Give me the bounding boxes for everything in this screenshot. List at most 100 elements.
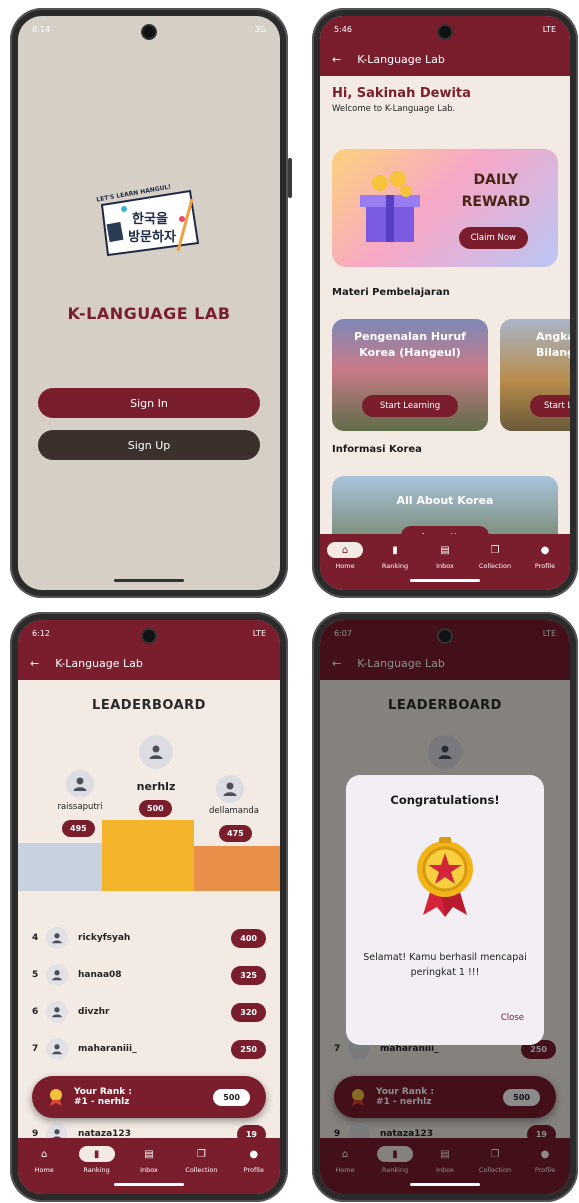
congrats-screen: 6:07 LTE ← K-Language Lab LEADERBOARD 7 … <box>320 620 570 1194</box>
nav-label: Home <box>34 1166 54 1174</box>
collection-icon: ❐ <box>490 544 500 556</box>
row-score: 320 <box>231 1002 266 1022</box>
nav-label: Profile <box>243 1166 264 1174</box>
info-title: All About Korea <box>396 494 494 507</box>
phone-home: 5:46 LTE ← K-Language Lab Hi, Sakinah De… <box>312 8 578 598</box>
home-indicator <box>410 579 480 582</box>
section-materi-title: Materi Pembelajaran <box>332 287 450 298</box>
your-rank-bar: Your Rank : #1 - nerhlz 500 <box>32 1076 266 1118</box>
nav-home[interactable]: ⌂ Home <box>20 1146 68 1175</box>
app-title: K-Language Lab <box>55 656 143 670</box>
ranking-icon: ▮ <box>392 544 398 556</box>
app-title: K-Language Lab <box>357 52 445 66</box>
row-rank: 6 <box>32 1007 39 1017</box>
greeting: Hi, Sakinah Dewita <box>332 86 471 101</box>
course-card-hangeul[interactable]: Pengenalan Huruf Korea (Hangeul) Start L… <box>332 319 488 431</box>
status-time: 5:46 <box>334 24 352 34</box>
nav-label: Inbox <box>436 562 454 570</box>
podium-second <box>18 843 102 891</box>
phone-congrats: 6:07 LTE ← K-Language Lab LEADERBOARD 7 … <box>312 612 578 1202</box>
avatar-second <box>66 770 94 798</box>
your-rank-score: 500 <box>213 1088 250 1106</box>
first-score: 500 <box>139 800 172 817</box>
svg-text:한국을: 한국을 <box>132 211 168 227</box>
app-logo: 한국을 방문하자 LET'S LEARN HANGUL! <box>94 181 204 261</box>
user-icon <box>149 745 163 759</box>
back-arrow-icon[interactable]: ← <box>332 53 341 66</box>
leaderboard-screen: 6:12 LTE ← K-Language Lab LEADERBOARD ne… <box>18 620 280 1194</box>
third-name: dellamanda <box>208 806 260 816</box>
nav-profile[interactable]: ● Profile <box>521 542 569 571</box>
home-icon: ⌂ <box>41 1148 48 1160</box>
phone-splash: 8:14 3G 한국을 방문하자 LET'S LEARN HANGUL! K-L… <box>10 8 292 598</box>
sign-up-button[interactable]: Sign Up <box>38 430 260 460</box>
row-score: 325 <box>231 965 266 985</box>
gold-medal-icon <box>417 837 473 917</box>
svg-text:방문하자: 방문하자 <box>128 229 176 245</box>
user-icon <box>46 1001 68 1023</box>
start-learning-button[interactable]: Start Learning <box>362 395 458 417</box>
nav-collection[interactable]: ❐ Collection <box>471 542 519 571</box>
nav-collection[interactable]: ❐ Collection <box>177 1146 225 1175</box>
ranking-icon: ▮ <box>78 1146 115 1162</box>
profile-icon: ● <box>249 1148 259 1160</box>
nav-label: Ranking <box>381 562 409 570</box>
front-camera <box>439 26 451 38</box>
nav-profile[interactable]: ● Profile <box>230 1146 278 1175</box>
avatar-third <box>216 775 244 803</box>
user-icon <box>46 927 68 949</box>
user-icon <box>73 777 87 791</box>
claim-now-button[interactable]: Claim Now <box>458 227 528 249</box>
leaderboard-row: 7 maharaniii_ 250 <box>32 1035 266 1063</box>
welcome-text: Welcome to K-Language Lab. <box>332 104 456 114</box>
front-camera <box>439 630 451 642</box>
your-rank-label: Your Rank : <box>74 1087 132 1097</box>
third-score: 475 <box>219 825 252 842</box>
collection-icon: ❐ <box>196 1148 206 1160</box>
row-rank: 5 <box>32 970 39 980</box>
nav-label: Profile <box>534 562 556 570</box>
profile-icon: ● <box>540 544 550 556</box>
splash-screen: 8:14 3G 한국을 방문하자 LET'S LEARN HANGUL! K-L… <box>18 16 280 590</box>
nav-ranking[interactable]: ▮ Ranking <box>73 1146 121 1174</box>
nav-inbox[interactable]: ▤ Inbox <box>421 542 469 571</box>
home-icon: ⌂ <box>327 542 363 558</box>
front-camera <box>143 26 155 38</box>
start-learning-button[interactable]: Start Learning <box>530 395 570 417</box>
nav-ranking[interactable]: ▮ Ranking <box>371 542 419 571</box>
section-info-title: Informasi Korea <box>332 444 422 455</box>
daily-reward-card[interactable]: DAILY REWARD Claim Now <box>332 149 558 267</box>
inbox-icon: ▤ <box>440 544 450 556</box>
nav-inbox[interactable]: ▤ Inbox <box>125 1146 173 1175</box>
phone-leaderboard: 6:12 LTE ← K-Language Lab LEADERBOARD ne… <box>10 612 288 1202</box>
podium-third <box>194 846 280 891</box>
dialog-title: Congratulations! <box>390 793 500 807</box>
nav-label: Ranking <box>83 1166 110 1174</box>
row-rank: 7 <box>32 1044 39 1054</box>
nav-home[interactable]: ⌂ Home <box>321 542 369 570</box>
status-network: 3G <box>254 24 266 34</box>
leaderboard-row: 6 divzhr 320 <box>32 998 266 1026</box>
reward-title-reward: REWARD <box>461 194 530 210</box>
sign-in-button[interactable]: Sign In <box>38 388 260 418</box>
medal-icon <box>50 1089 62 1106</box>
status-time: 8:14 <box>32 24 50 34</box>
home-indicator <box>114 1183 184 1186</box>
status-network: LTE <box>252 628 266 638</box>
second-score: 495 <box>62 820 95 837</box>
close-button[interactable]: Close <box>501 1013 524 1023</box>
inbox-icon: ▤ <box>144 1148 154 1160</box>
row-name: rickyfsyah <box>78 933 131 943</box>
back-arrow-icon[interactable]: ← <box>30 657 39 670</box>
home-screen: 5:46 LTE ← K-Language Lab Hi, Sakinah De… <box>320 16 570 590</box>
leaderboard-row: 5 hanaa08 325 <box>32 961 266 989</box>
home-indicator <box>410 1183 480 1186</box>
congrats-dialog: Congratulations! Selamat! Kamu berhasil … <box>346 775 544 1045</box>
reward-title-daily: DAILY <box>473 172 519 188</box>
course-card-angka[interactable]: Angka Bilangan Start Learning <box>500 319 570 431</box>
gift-box-icon <box>360 171 420 242</box>
leaderboard-title: LEADERBOARD <box>92 698 206 713</box>
second-name: raissaputri <box>57 802 103 812</box>
user-icon <box>223 782 237 796</box>
user-icon <box>46 964 68 986</box>
